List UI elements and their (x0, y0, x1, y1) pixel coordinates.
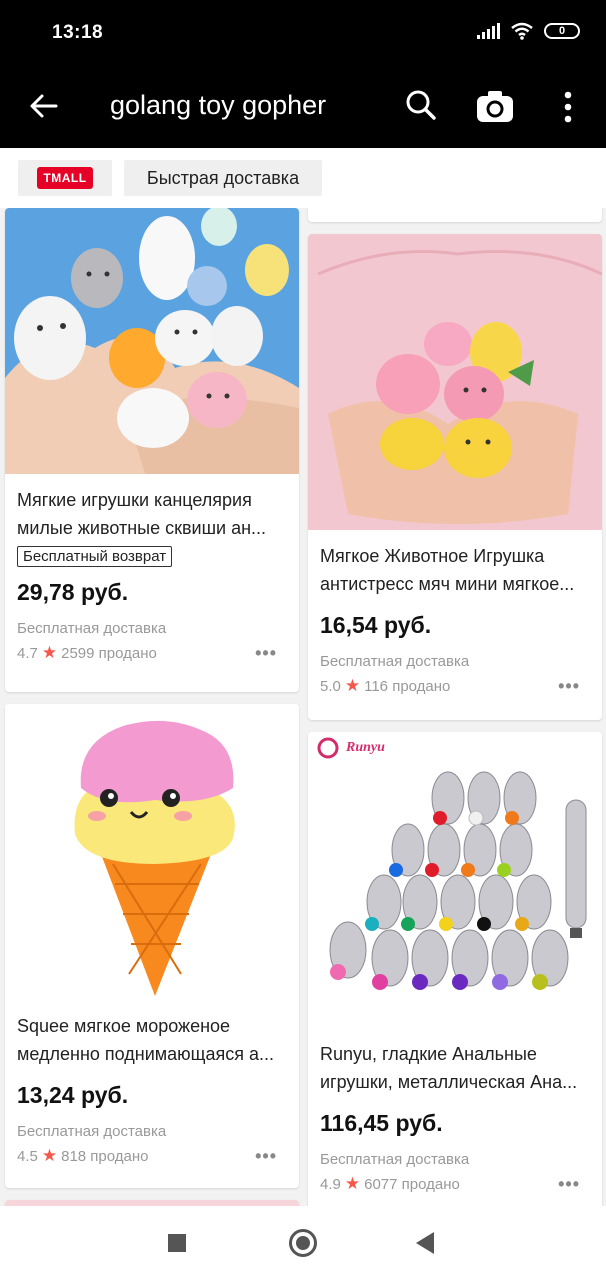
rating-value: 4.9 (320, 1175, 341, 1193)
product-title-line: Runyu, гладкие Анальные (320, 1044, 537, 1064)
product-price: 116,45 руб. (320, 1110, 443, 1136)
sold-count: 2599 продано (61, 644, 157, 662)
more-options-icon[interactable]: ••• (255, 643, 277, 664)
more-options-icon[interactable]: ••• (255, 1146, 277, 1167)
status-time: 13:18 (52, 22, 104, 43)
rating-value: 5.0 (320, 677, 341, 695)
back-arrow-icon[interactable] (28, 90, 60, 122)
rating-row: 4.9 ★ 6077 продано ••• (320, 1174, 590, 1194)
product-price: 16,54 руб. (320, 612, 432, 638)
product-card-partial[interactable] (308, 208, 602, 222)
star-icon: ★ (344, 1174, 361, 1193)
product-title: Squee мягкое мороженое медленно поднимаю… (17, 1012, 287, 1068)
sold-count: 6077 продано (364, 1175, 460, 1193)
product-card[interactable]: Мягкие игрушки канцелярия милые животные… (5, 208, 299, 692)
delivery-info: Бесплатная доставка (17, 1123, 167, 1140)
delivery-info: Бесплатная доставка (320, 653, 470, 670)
product-image (308, 732, 602, 1028)
search-query[interactable]: golang toy gopher (110, 90, 326, 121)
product-image (5, 208, 299, 474)
product-info: Мягкие игрушки канцелярия милые животные… (5, 486, 299, 663)
product-title: Мягкое Животное Игрушка антистресс мяч м… (320, 542, 590, 598)
product-title-line: игрушки, металлическая Ана... (320, 1072, 578, 1092)
product-title-line: антистресс мяч мини мягкое... (320, 574, 575, 594)
star-icon: ★ (41, 1146, 58, 1165)
fast-delivery-filter-chip[interactable]: Быстрая доставка (124, 160, 322, 196)
product-info: Runyu, гладкие Анальные игрушки, металли… (308, 1040, 602, 1194)
rating-row: 4.7 ★ 2599 продано ••• (17, 643, 287, 663)
more-vertical-icon[interactable] (558, 90, 578, 124)
delivery-info: Бесплатная доставка (320, 1151, 470, 1168)
product-card[interactable]: Runyu Runyu, гладкие Анальные игрушки, м… (308, 732, 602, 1206)
recent-apps-icon[interactable] (168, 1234, 186, 1252)
tmall-logo: TMALL (37, 167, 93, 189)
product-info: Мягкое Животное Игрушка антистресс мяч м… (308, 542, 602, 696)
product-title: Мягкие игрушки канцелярия милые животные… (17, 486, 287, 542)
rating-value: 4.5 (17, 1147, 38, 1165)
filter-bar: TMALL Быстрая доставка (0, 148, 606, 208)
product-image (5, 704, 299, 1000)
brand-label: Runyu (308, 740, 602, 756)
back-icon[interactable] (416, 1232, 434, 1254)
signal-icon (477, 23, 500, 39)
home-icon[interactable] (289, 1229, 317, 1257)
wifi-icon (511, 22, 533, 40)
product-title-line: медленно поднимающаяся а... (17, 1044, 274, 1064)
star-icon: ★ (41, 643, 58, 662)
system-navigation-bar (0, 1206, 606, 1280)
product-card[interactable]: Squee мягкое мороженое медленно поднимаю… (5, 704, 299, 1188)
brand-name: Runyu (346, 740, 385, 755)
star-icon: ★ (344, 676, 361, 695)
product-price: 13,24 руб. (17, 1082, 129, 1108)
tmall-filter-chip[interactable]: TMALL (18, 160, 112, 196)
free-return-badge: Бесплатный возврат (17, 546, 173, 567)
top-app-bar: golang toy gopher (0, 66, 606, 148)
product-title-line: милые животные сквиши ан... (17, 518, 267, 538)
sold-count: 116 продано (364, 677, 451, 695)
status-bar: 13:18 0 (0, 0, 606, 66)
sold-count: 818 продано (61, 1147, 149, 1165)
rating-row: 4.5 ★ 818 продано ••• (17, 1146, 287, 1166)
product-title-line: Squee мягкое мороженое (17, 1016, 231, 1036)
search-icon[interactable] (404, 88, 438, 122)
delivery-info: Бесплатная доставка (17, 620, 167, 637)
product-image (308, 234, 602, 530)
product-price: 29,78 руб. (17, 579, 129, 605)
product-info: Squee мягкое мороженое медленно поднимаю… (5, 1012, 299, 1166)
camera-icon[interactable] (476, 88, 514, 124)
battery-icon: 0 (544, 23, 580, 39)
product-card[interactable]: Мягкое Животное Игрушка антистресс мяч м… (308, 234, 602, 720)
product-title-line: Мягкие игрушки канцелярия (17, 490, 252, 510)
more-options-icon[interactable]: ••• (558, 676, 580, 697)
status-icons: 0 (477, 22, 580, 40)
rating-value: 4.7 (17, 644, 38, 662)
rating-row: 5.0 ★ 116 продано ••• (320, 676, 590, 696)
product-feed[interactable]: Мягкие игрушки канцелярия милые животные… (0, 208, 606, 1206)
more-options-icon[interactable]: ••• (558, 1174, 580, 1195)
product-title-line: Мягкое Животное Игрушка (320, 546, 545, 566)
product-title: Runyu, гладкие Анальные игрушки, металли… (320, 1040, 590, 1096)
